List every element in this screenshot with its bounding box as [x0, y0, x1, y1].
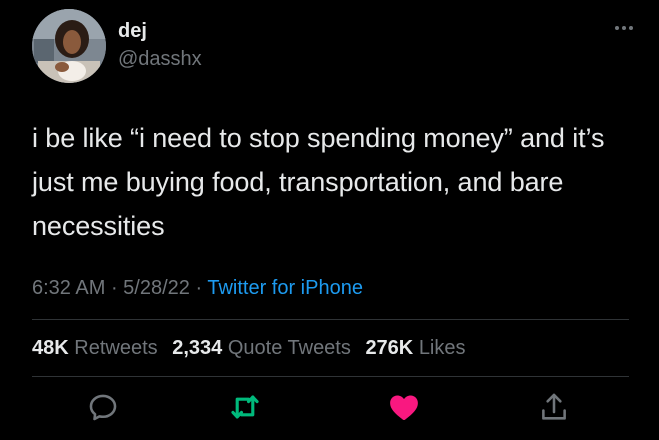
tweet-date[interactable]: 5/28/22	[123, 277, 190, 299]
likes-stat[interactable]: 276K Likes	[365, 337, 465, 359]
tweet-meta: 6:32 AM · 5/28/22 · Twitter for iPhone	[32, 277, 363, 300]
tweet-source-link[interactable]: Twitter for iPhone	[207, 277, 363, 299]
retweets-label: Retweets	[74, 337, 158, 359]
share-button[interactable]	[537, 390, 571, 424]
meta-separator: ·	[189, 277, 208, 299]
tweet-stats: 48K Retweets 2,334 Quote Tweets 276K Lik…	[32, 337, 475, 360]
reply-button[interactable]	[86, 390, 120, 424]
heart-icon	[390, 395, 418, 421]
retweet-button[interactable]	[228, 390, 262, 424]
tweet-time[interactable]: 6:32 AM	[32, 277, 105, 299]
reply-icon	[89, 394, 117, 421]
tweet-card: dej @dasshx i be like “i need to stop sp…	[0, 0, 659, 440]
likes-label: Likes	[418, 337, 466, 359]
action-bar	[0, 390, 659, 430]
avatar[interactable]	[32, 9, 106, 83]
meta-separator: ·	[105, 277, 124, 299]
avatar-image	[32, 9, 106, 83]
user-handle[interactable]: @dasshx	[118, 48, 202, 71]
retweets-count: 48K	[32, 337, 69, 359]
retweet-icon	[231, 395, 259, 419]
like-button[interactable]	[387, 390, 421, 424]
retweets-stat[interactable]: 48K Retweets	[32, 337, 158, 359]
likes-count: 276K	[365, 337, 414, 359]
quote-tweets-count: 2,334	[172, 337, 223, 359]
quote-tweets-stat[interactable]: 2,334 Quote Tweets	[172, 337, 351, 359]
divider	[32, 319, 629, 320]
tweet-text: i be like “i need to stop spending money…	[32, 123, 605, 241]
divider	[32, 376, 629, 377]
share-icon	[542, 393, 566, 420]
display-name[interactable]: dej	[118, 20, 147, 43]
quote-tweets-label: Quote Tweets	[227, 337, 351, 359]
more-options-icon[interactable]	[615, 22, 639, 34]
